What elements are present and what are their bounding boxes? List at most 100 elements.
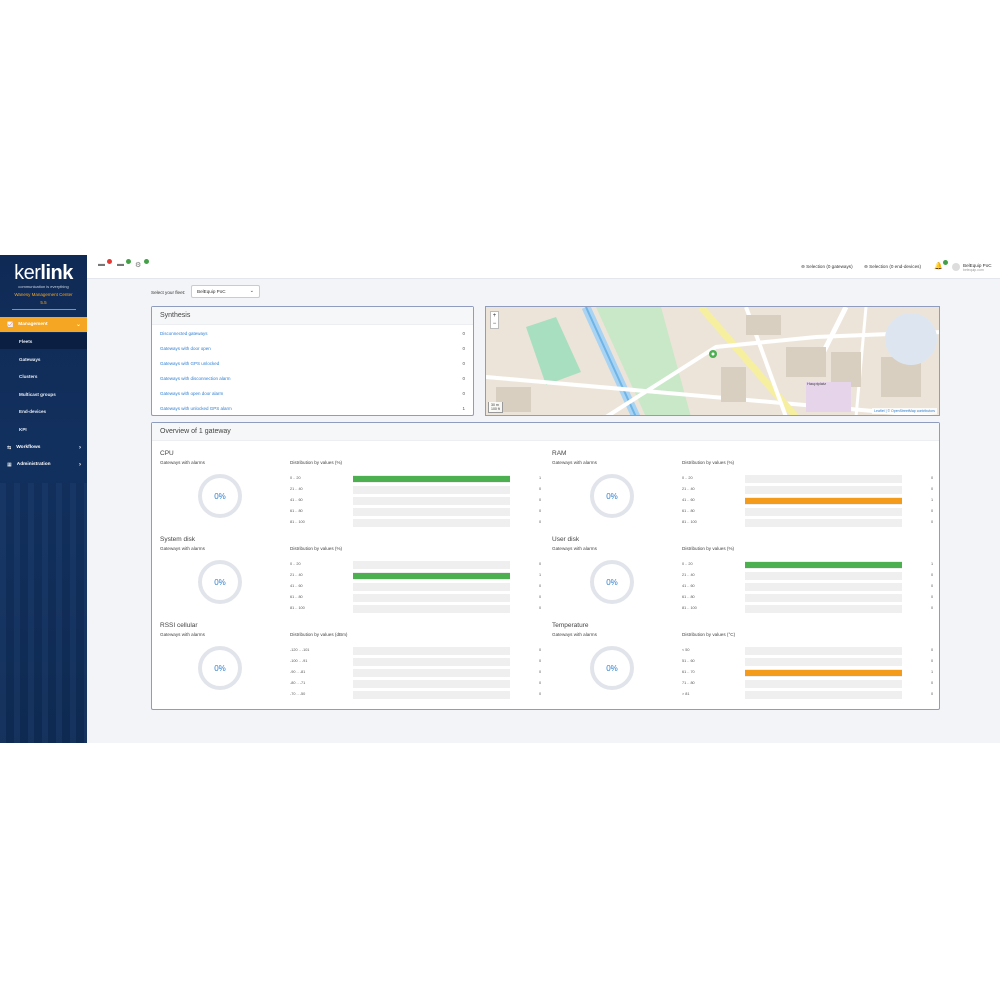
synthesis-row[interactable]: Gateways with door open 0 (160, 346, 465, 356)
notification-badge (943, 260, 948, 265)
alarms-label: Gateways with alarms (552, 546, 597, 551)
synthesis-row[interactable]: Gateways with open door alarm 0 (160, 391, 465, 401)
gateway-map[interactable]: + − Hauptplatz 30 m 100 ft Leaflet | © O… (485, 306, 940, 416)
device-status-icon[interactable]: ⚙ (135, 259, 149, 273)
distribution-bar-track (745, 605, 902, 613)
alarm-percent-value: 0% (214, 577, 226, 587)
synthesis-row-label[interactable]: Gateways with unlocked GPS alarm (160, 406, 232, 411)
distribution-bar-track (353, 497, 510, 505)
distribution-row: 41 .. 60 0 (290, 496, 545, 505)
alarm-percent-donut: 0% (198, 560, 242, 604)
distribution-row: -80 .. -71 0 (290, 679, 545, 688)
zoom-out-button[interactable]: − (491, 320, 498, 328)
sidebar: kerlink communication is everything Wane… (0, 255, 87, 743)
distribution-bar (353, 476, 510, 482)
sidebar-item-label: Gateways (19, 356, 41, 362)
range-label: -80 .. -71 (290, 681, 306, 685)
avatar[interactable] (952, 263, 960, 271)
nav-section-administration[interactable]: ▦ Administration › (0, 457, 87, 472)
sidebar-item-fleets[interactable]: Fleets (0, 333, 87, 349)
synthesis-row[interactable]: Gateways with unlocked GPS alarm 1 (160, 406, 465, 416)
synthesis-row[interactable]: Disconnected gateways 0 (160, 331, 465, 341)
distribution-bar-track (353, 691, 510, 699)
map-scale-imperial: 100 ft (491, 407, 500, 411)
user-menu[interactable]: BelEquip PoC belequip.com (963, 263, 992, 273)
range-label: -100 .. -91 (290, 659, 308, 663)
distribution-row: 21 .. 40 0 (682, 485, 937, 494)
range-label: 71 .. 80 (682, 681, 695, 685)
range-label: 61 .. 80 (290, 509, 303, 513)
distribution-bar-track (353, 669, 510, 677)
sidebar-background (0, 483, 87, 743)
alarm-percent-donut: 0% (590, 560, 634, 604)
nav-section-management[interactable]: 📈 Management ⌄ (0, 317, 87, 332)
distribution-row: -90 .. -81 0 (290, 668, 545, 677)
distribution-bar-track (745, 572, 902, 580)
synthesis-row-value: 0 (462, 346, 465, 351)
distribution-bar-track (745, 594, 902, 602)
range-label: 0 .. 20 (682, 562, 693, 566)
metric-title: User disk (552, 536, 580, 543)
selection-end-devices-button[interactable]: ⊖ Selection (0 end-devices) (864, 264, 921, 270)
chevron-right-icon: › (79, 444, 81, 451)
synthesis-row-label[interactable]: Gateways with GPS unlocked (160, 361, 219, 366)
count-value: 1 (931, 670, 934, 674)
range-label: 81 .. 100 (682, 606, 697, 610)
gateway-alarm-icon[interactable]: ▬ (98, 259, 112, 273)
sidebar-item-end-devices[interactable]: End-devices (0, 403, 87, 419)
distribution-bar-track (353, 594, 510, 602)
synthesis-row-label[interactable]: Gateways with disconnection alarm (160, 376, 231, 381)
count-value: 0 (539, 520, 542, 524)
metric-temperature: Temperature Gateways with alarms 0% Distrib… (552, 622, 937, 706)
kerlink-logo[interactable]: kerlink communication is everything Wane… (0, 263, 87, 310)
synthesis-row-label[interactable]: Gateways with open door alarm (160, 391, 223, 396)
distribution-row: 0 .. 20 0 (682, 474, 937, 483)
sidebar-item-gateways[interactable]: Gateways (0, 351, 87, 367)
distribution-bar-track (353, 658, 510, 666)
map-scale: 30 m 100 ft (488, 402, 503, 413)
brand-bold: link (40, 262, 73, 284)
range-label: 0 .. 20 (682, 476, 693, 480)
distribution-row: 41 .. 60 0 (290, 582, 545, 591)
fleet-select[interactable]: BelEquip PoC ⌄ (191, 285, 260, 298)
map-tiles (486, 307, 939, 415)
range-label: -90 .. -81 (290, 670, 306, 674)
distribution-row: 81 .. 100 0 (290, 604, 545, 613)
map-attribution[interactable]: Leaflet | © OpenStreetMap contributors (872, 408, 937, 414)
distribution-row: -70 .. -50 0 (290, 690, 545, 699)
sidebar-item-clusters[interactable]: Clusters (0, 368, 87, 384)
metric-system-disk: System disk Gateways with alarms 0% Distrib… (160, 536, 545, 620)
zoom-in-button[interactable]: + (491, 312, 498, 320)
sidebar-item-multicast-groups[interactable]: Multicast groups (0, 386, 87, 402)
count-value: 1 (931, 498, 934, 502)
synthesis-row-label[interactable]: Disconnected gateways (160, 331, 208, 336)
synthesis-row[interactable]: Gateways with GPS unlocked 0 (160, 361, 465, 371)
distribution-row: 21 .. 40 0 (290, 485, 545, 494)
alarm-badge (107, 259, 112, 264)
top-bar: ▬ ▬ ⚙ ⊖ Selection (0 gateways) ⊖ Selecti… (87, 255, 1000, 279)
synthesis-card: Synthesis Disconnected gateways 0 Gateway… (151, 306, 474, 416)
distribution-row: 61 .. 80 0 (290, 507, 545, 516)
fleet-select-value: BelEquip PoC (197, 289, 226, 294)
bell-icon[interactable]: 🔔 (934, 260, 948, 274)
distribution-bar-track (745, 486, 902, 494)
count-value: 0 (539, 584, 542, 588)
synthesis-row-label[interactable]: Gateways with door open (160, 346, 211, 351)
range-label: 21 .. 40 (682, 487, 695, 491)
distribution-row: 61 .. 80 0 (682, 593, 937, 602)
distribution-row: < 50 0 (682, 646, 937, 655)
distribution-bar-track (745, 519, 902, 527)
alarm-percent-value: 0% (214, 663, 226, 673)
distribution-bar-track (353, 486, 510, 494)
sidebar-item-kpi[interactable]: KPI (0, 421, 87, 437)
synthesis-row-value: 1 (462, 406, 465, 411)
count-value: 0 (931, 606, 934, 610)
selection-gateways-button[interactable]: ⊖ Selection (0 gateways) (801, 264, 853, 270)
nav-section-workflows[interactable]: ⇆ Workflows › (0, 440, 87, 455)
synthesis-row[interactable]: Gateways with disconnection alarm 0 (160, 376, 465, 386)
distribution-label: Distribution by values (%) (290, 460, 343, 465)
gateway-status-icon[interactable]: ▬ (117, 259, 131, 273)
distribution-bar-track (745, 669, 902, 677)
count-value: 0 (539, 595, 542, 599)
alarms-label: Gateways with alarms (160, 460, 205, 465)
